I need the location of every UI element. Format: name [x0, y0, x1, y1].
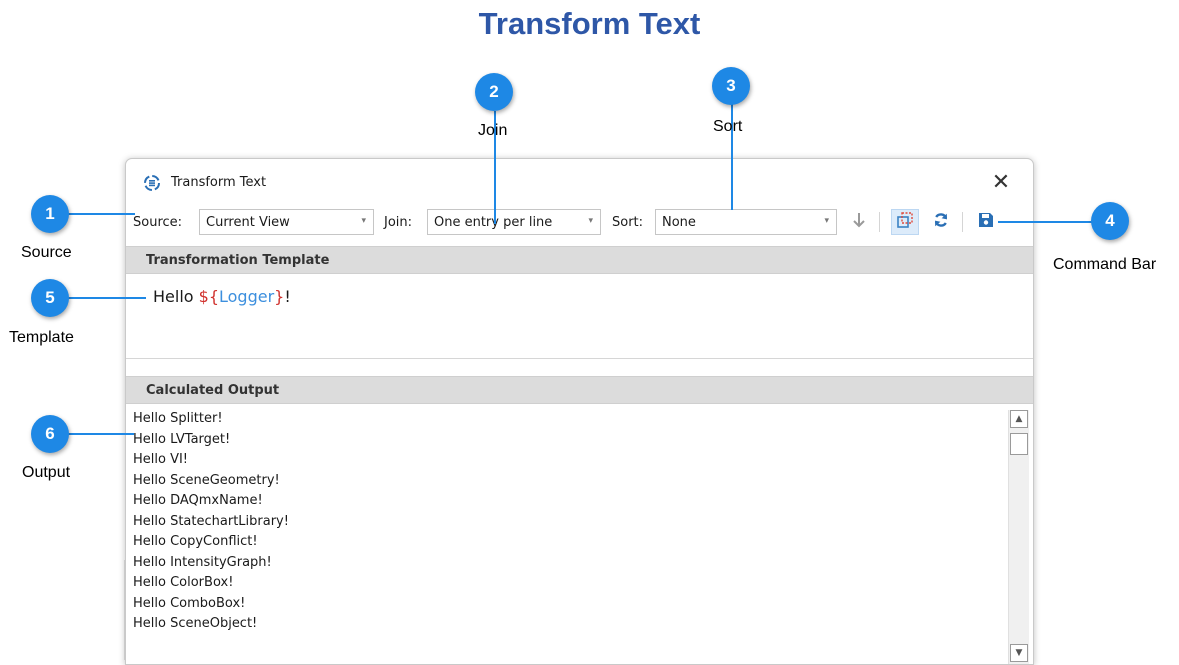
output-line: Hello VI! — [133, 452, 189, 467]
output-line: Hello Splitter! — [133, 411, 223, 426]
sort-value: None — [662, 215, 696, 230]
select-region-button[interactable] — [891, 209, 919, 235]
callout-5-badge: 5 — [31, 279, 69, 317]
template-brace-open: ${ — [198, 287, 219, 306]
output-line: Hello SceneGeometry! — [133, 472, 280, 488]
sort-direction-button[interactable] — [845, 209, 873, 235]
output-line: Hello ComboBox! — [133, 595, 246, 611]
callout-4-label: Command Bar — [1053, 256, 1157, 273]
refresh-button[interactable] — [927, 209, 955, 235]
callout-1-leader — [66, 213, 135, 215]
template-prefix: Hello — [153, 287, 199, 306]
callout-3-label: Sort — [713, 118, 743, 135]
callout-1-badge: 1 — [31, 195, 69, 233]
template-text: Hello ${Logger}! — [153, 287, 291, 306]
join-dropdown[interactable]: One entry per line ▾ — [427, 209, 601, 235]
refresh-icon — [933, 212, 949, 232]
output-line: Hello StatechartLibrary! — [133, 513, 289, 529]
scroll-down-button[interactable]: ▼ — [1010, 644, 1028, 662]
output-section-title: Calculated Output — [146, 383, 280, 398]
scroll-thumb[interactable] — [1010, 433, 1028, 455]
close-button[interactable]: ✕ — [987, 169, 1015, 197]
source-dropdown[interactable]: Current View ▾ — [199, 209, 374, 235]
join-label: Join: — [384, 215, 413, 230]
template-editor[interactable]: Hello ${Logger}! — [126, 274, 1033, 359]
toolbar-divider — [962, 212, 963, 232]
sort-label: Sort: — [612, 215, 644, 230]
output-line: Hello CopyConflict! — [133, 534, 258, 549]
callout-2-label: Join — [478, 122, 508, 139]
callout-6-leader — [66, 433, 134, 435]
output-line: Hello DAQmxName! — [133, 493, 263, 508]
output-textbox[interactable]: Hello Splitter! Hello LVTarget! Hello VI… — [126, 405, 1033, 664]
output-section-header: Calculated Output — [126, 376, 1033, 404]
callout-6-badge: 6 — [31, 415, 69, 453]
save-icon — [978, 212, 994, 232]
template-brace-close: } — [274, 287, 285, 306]
callout-5-label: Template — [9, 329, 74, 346]
window-title: Transform Text — [171, 175, 267, 190]
chevron-down-icon: ▾ — [361, 216, 366, 226]
output-line: Hello IntensityGraph! — [133, 554, 272, 570]
sort-dropdown[interactable]: None ▾ — [655, 209, 837, 235]
output-line: Hello LVTarget! — [133, 431, 231, 447]
callout-4-badge: 4 — [1091, 202, 1129, 240]
command-toolbar: Source: Current View ▾ Join: One entry p… — [126, 205, 1033, 239]
output-scrollbar[interactable]: ▲ ▼ — [1008, 410, 1029, 664]
title-bar: Transform Text ✕ — [126, 159, 1033, 207]
template-section-title: Transformation Template — [146, 253, 330, 268]
callout-5-leader — [66, 297, 146, 299]
chevron-down-icon: ▾ — [588, 216, 593, 226]
toolbar-divider — [879, 212, 880, 232]
callout-2-badge: 2 — [475, 73, 513, 111]
source-label: Source: — [133, 215, 183, 230]
scroll-up-button[interactable]: ▲ — [1010, 410, 1028, 428]
page-title: Transform Text — [478, 6, 701, 41]
output-line: Hello SceneObject! — [133, 616, 258, 631]
template-variable: Logger — [219, 287, 275, 306]
chevron-down-icon: ▾ — [824, 216, 829, 226]
sort-direction-icon — [852, 211, 866, 233]
callout-4-leader — [998, 221, 1094, 223]
source-value: Current View — [206, 215, 290, 230]
output-line: Hello ColorBox! — [133, 575, 234, 590]
transform-text-dialog: Transform Text ✕ Source: Current View ▾ … — [125, 158, 1034, 665]
transform-icon — [143, 174, 161, 192]
select-region-icon — [896, 211, 914, 233]
save-button[interactable] — [972, 209, 1000, 235]
callout-3-badge: 3 — [712, 67, 750, 105]
template-section-header: Transformation Template — [126, 246, 1033, 274]
template-suffix: ! — [284, 287, 291, 306]
output-list: Hello Splitter! Hello LVTarget! Hello VI… — [133, 409, 289, 635]
callout-1-label: Source — [21, 244, 72, 261]
callout-6-label: Output — [22, 464, 71, 481]
